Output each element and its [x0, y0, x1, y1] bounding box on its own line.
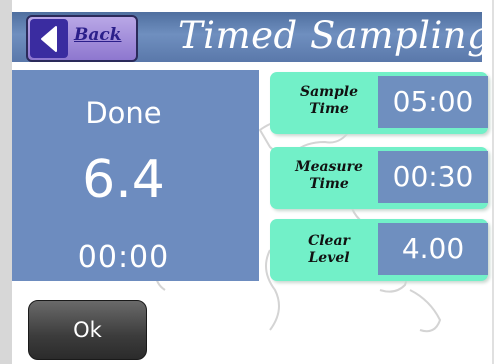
- param-label: Sample Time: [299, 84, 358, 117]
- sample-time-value[interactable]: 05:00: [378, 76, 488, 128]
- param-measure-time[interactable]: Measure Time 00:30: [270, 147, 488, 209]
- back-arrow-icon: [30, 19, 68, 58]
- ok-button[interactable]: Ok: [28, 300, 147, 360]
- elapsed-time: 00:00: [77, 240, 170, 275]
- reading-value: 6.4: [82, 150, 165, 210]
- clear-level-value[interactable]: 4.00: [378, 223, 488, 275]
- page-title: Timed Sampling: [178, 14, 492, 57]
- status-state: Done: [85, 96, 162, 130]
- param-label: Clear Level: [308, 233, 350, 266]
- measure-time-value[interactable]: 00:30: [378, 151, 488, 203]
- back-button[interactable]: Back: [26, 15, 138, 62]
- param-clear-level[interactable]: Clear Level 4.00: [270, 219, 488, 281]
- back-label: Back: [74, 25, 122, 45]
- param-sample-time[interactable]: Sample Time 05:00: [270, 72, 488, 134]
- param-label: Measure Time: [295, 159, 363, 192]
